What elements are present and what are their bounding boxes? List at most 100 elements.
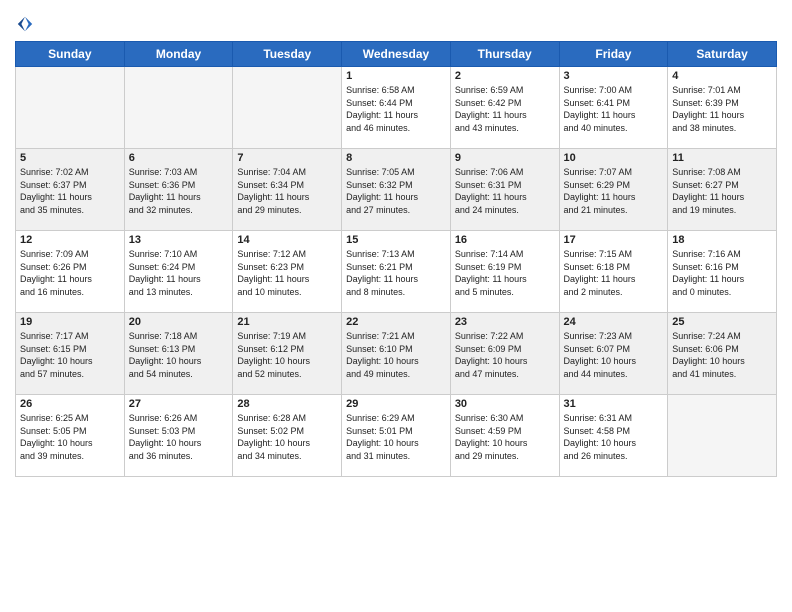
day-info: Sunrise: 7:08 AM Sunset: 6:27 PM Dayligh…: [672, 166, 772, 216]
day-info: Sunrise: 7:10 AM Sunset: 6:24 PM Dayligh…: [129, 248, 229, 298]
week-row-2: 5 Sunrise: 7:02 AM Sunset: 6:37 PM Daylig…: [16, 149, 777, 231]
calendar-cell: [668, 395, 777, 477]
logo-icon: [16, 15, 34, 33]
logo: [15, 15, 34, 33]
day-number: 15: [346, 234, 446, 246]
day-info: Sunrise: 7:18 AM Sunset: 6:13 PM Dayligh…: [129, 330, 229, 380]
day-info: Sunrise: 7:14 AM Sunset: 6:19 PM Dayligh…: [455, 248, 555, 298]
calendar-cell: 14 Sunrise: 7:12 AM Sunset: 6:23 PM Dayli…: [233, 231, 342, 313]
calendar-cell: 17Sunrise: 7:15 AM Sunset: 6:18 PM Dayli…: [559, 231, 668, 313]
calendar-cell: 28 Sunrise: 6:28 AM Sunset: 5:02 PM Dayli…: [233, 395, 342, 477]
day-info: Sunrise: 7:13 AM Sunset: 6:21 PM Dayligh…: [346, 248, 446, 298]
day-info: Sunrise: 6:25 AM Sunset: 5:05 PM Dayligh…: [20, 412, 120, 462]
day-number: 20: [129, 316, 229, 328]
week-row-5: 26 Sunrise: 6:25 AM Sunset: 5:05 PM Dayli…: [16, 395, 777, 477]
day-number: 28: [237, 398, 337, 410]
calendar-cell: 8 Sunrise: 7:05 AM Sunset: 6:32 PM Daylig…: [342, 149, 451, 231]
day-number: 17: [564, 234, 664, 246]
day-info: Sunrise: 7:21 AM Sunset: 6:10 PM Dayligh…: [346, 330, 446, 380]
day-info: Sunrise: 7:16 AM Sunset: 6:16 PM Dayligh…: [672, 248, 772, 298]
day-number: 31: [564, 398, 664, 410]
calendar-cell: 31 Sunrise: 6:31 AM Sunset: 4:58 PM Dayli…: [559, 395, 668, 477]
day-number: 22: [346, 316, 446, 328]
day-number: 4: [672, 70, 772, 82]
day-info: Sunrise: 7:12 AM Sunset: 6:23 PM Dayligh…: [237, 248, 337, 298]
day-info: Sunrise: 7:09 AM Sunset: 6:26 PM Dayligh…: [20, 248, 120, 298]
day-info: Sunrise: 7:04 AM Sunset: 6:34 PM Dayligh…: [237, 166, 337, 216]
page: SundayMondayTuesdayWednesdayThursdayFrid…: [0, 0, 792, 612]
day-info: Sunrise: 7:05 AM Sunset: 6:32 PM Dayligh…: [346, 166, 446, 216]
calendar-cell: 16Sunrise: 7:14 AM Sunset: 6:19 PM Dayli…: [450, 231, 559, 313]
day-number: 2: [455, 70, 555, 82]
day-number: 1: [346, 70, 446, 82]
calendar-cell: 4 Sunrise: 7:01 AM Sunset: 6:39 PM Daylig…: [668, 67, 777, 149]
calendar-cell: 1 Sunrise: 6:58 AM Sunset: 6:44 PM Daylig…: [342, 67, 451, 149]
day-number: 25: [672, 316, 772, 328]
day-info: Sunrise: 7:03 AM Sunset: 6:36 PM Dayligh…: [129, 166, 229, 216]
week-row-3: 12 Sunrise: 7:09 AM Sunset: 6:26 PM Dayli…: [16, 231, 777, 313]
calendar-cell: 22 Sunrise: 7:21 AM Sunset: 6:10 PM Dayli…: [342, 313, 451, 395]
calendar-cell: 13 Sunrise: 7:10 AM Sunset: 6:24 PM Dayli…: [124, 231, 233, 313]
calendar-cell: 30 Sunrise: 6:30 AM Sunset: 4:59 PM Dayli…: [450, 395, 559, 477]
calendar-cell: 19 Sunrise: 7:17 AM Sunset: 6:15 PM Dayli…: [16, 313, 125, 395]
calendar-cell: 3 Sunrise: 7:00 AM Sunset: 6:41 PM Daylig…: [559, 67, 668, 149]
day-header-wednesday: Wednesday: [342, 42, 451, 67]
day-info: Sunrise: 6:31 AM Sunset: 4:58 PM Dayligh…: [564, 412, 664, 462]
calendar-cell: 26 Sunrise: 6:25 AM Sunset: 5:05 PM Dayli…: [16, 395, 125, 477]
day-info: Sunrise: 7:17 AM Sunset: 6:15 PM Dayligh…: [20, 330, 120, 380]
calendar-cell: 24 Sunrise: 7:23 AM Sunset: 6:07 PM Dayli…: [559, 313, 668, 395]
day-number: 13: [129, 234, 229, 246]
day-header-tuesday: Tuesday: [233, 42, 342, 67]
calendar: SundayMondayTuesdayWednesdayThursdayFrid…: [15, 41, 777, 477]
day-number: 14: [237, 234, 337, 246]
calendar-cell: 15 Sunrise: 7:13 AM Sunset: 6:21 PM Dayli…: [342, 231, 451, 313]
day-header-monday: Monday: [124, 42, 233, 67]
day-number: 8: [346, 152, 446, 164]
day-number: 10: [564, 152, 664, 164]
calendar-cell: 21 Sunrise: 7:19 AM Sunset: 6:12 PM Dayli…: [233, 313, 342, 395]
day-info: Sunrise: 7:01 AM Sunset: 6:39 PM Dayligh…: [672, 84, 772, 134]
day-number: 5: [20, 152, 120, 164]
calendar-cell: 29Sunrise: 6:29 AM Sunset: 5:01 PM Dayli…: [342, 395, 451, 477]
day-info: Sunrise: 6:58 AM Sunset: 6:44 PM Dayligh…: [346, 84, 446, 134]
day-info: Sunrise: 7:19 AM Sunset: 6:12 PM Dayligh…: [237, 330, 337, 380]
day-info: Sunrise: 7:22 AM Sunset: 6:09 PM Dayligh…: [455, 330, 555, 380]
calendar-cell: 27Sunrise: 6:26 AM Sunset: 5:03 PM Dayli…: [124, 395, 233, 477]
calendar-cell: 12 Sunrise: 7:09 AM Sunset: 6:26 PM Dayli…: [16, 231, 125, 313]
day-info: Sunrise: 7:23 AM Sunset: 6:07 PM Dayligh…: [564, 330, 664, 380]
day-info: Sunrise: 6:26 AM Sunset: 5:03 PM Dayligh…: [129, 412, 229, 462]
calendar-cell: [16, 67, 125, 149]
day-info: Sunrise: 7:02 AM Sunset: 6:37 PM Dayligh…: [20, 166, 120, 216]
calendar-cell: 20 Sunrise: 7:18 AM Sunset: 6:13 PM Dayli…: [124, 313, 233, 395]
calendar-cell: 9 Sunrise: 7:06 AM Sunset: 6:31 PM Daylig…: [450, 149, 559, 231]
day-number: 7: [237, 152, 337, 164]
day-number: 24: [564, 316, 664, 328]
calendar-cell: 18Sunrise: 7:16 AM Sunset: 6:16 PM Dayli…: [668, 231, 777, 313]
header: [15, 10, 777, 33]
calendar-cell: 10 Sunrise: 7:07 AM Sunset: 6:29 PM Dayli…: [559, 149, 668, 231]
calendar-header-row: SundayMondayTuesdayWednesdayThursdayFrid…: [16, 42, 777, 67]
day-number: 21: [237, 316, 337, 328]
calendar-cell: 25Sunrise: 7:24 AM Sunset: 6:06 PM Dayli…: [668, 313, 777, 395]
calendar-cell: 2Sunrise: 6:59 AM Sunset: 6:42 PM Daylig…: [450, 67, 559, 149]
day-info: Sunrise: 7:06 AM Sunset: 6:31 PM Dayligh…: [455, 166, 555, 216]
day-number: 19: [20, 316, 120, 328]
day-number: 9: [455, 152, 555, 164]
day-number: 6: [129, 152, 229, 164]
day-info: Sunrise: 7:00 AM Sunset: 6:41 PM Dayligh…: [564, 84, 664, 134]
day-info: Sunrise: 6:29 AM Sunset: 5:01 PM Dayligh…: [346, 412, 446, 462]
week-row-4: 19 Sunrise: 7:17 AM Sunset: 6:15 PM Dayli…: [16, 313, 777, 395]
day-number: 30: [455, 398, 555, 410]
day-header-saturday: Saturday: [668, 42, 777, 67]
day-number: 12: [20, 234, 120, 246]
day-info: Sunrise: 6:30 AM Sunset: 4:59 PM Dayligh…: [455, 412, 555, 462]
calendar-cell: 23Sunrise: 7:22 AM Sunset: 6:09 PM Dayli…: [450, 313, 559, 395]
week-row-1: 1 Sunrise: 6:58 AM Sunset: 6:44 PM Daylig…: [16, 67, 777, 149]
day-info: Sunrise: 7:07 AM Sunset: 6:29 PM Dayligh…: [564, 166, 664, 216]
day-header-sunday: Sunday: [16, 42, 125, 67]
day-header-friday: Friday: [559, 42, 668, 67]
day-info: Sunrise: 6:28 AM Sunset: 5:02 PM Dayligh…: [237, 412, 337, 462]
day-number: 3: [564, 70, 664, 82]
calendar-cell: [124, 67, 233, 149]
day-number: 26: [20, 398, 120, 410]
